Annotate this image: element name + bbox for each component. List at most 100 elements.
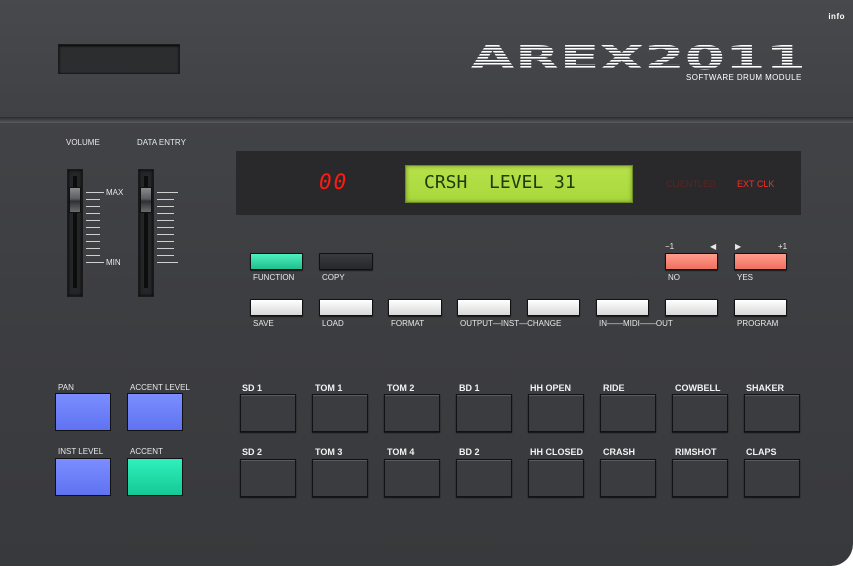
scale-tick: [157, 192, 178, 193]
scale-tick: [157, 220, 174, 221]
copy-button[interactable]: [319, 253, 373, 270]
format-button[interactable]: [388, 299, 442, 316]
inst-level-button[interactable]: [55, 458, 111, 496]
scale-tick: [157, 213, 174, 214]
scale-tick: [86, 199, 100, 200]
pad-label-bd-2: BD 2: [459, 447, 480, 457]
pan-label: PAN: [58, 383, 74, 392]
load-button[interactable]: [319, 299, 373, 316]
client-led-indicator: CLIENTLED: [666, 179, 716, 189]
scale-tick: [86, 234, 100, 235]
no-button[interactable]: [665, 253, 718, 270]
scale-tick: [157, 262, 178, 263]
pad-hh-closed[interactable]: [528, 459, 584, 497]
pad-label-claps: CLAPS: [746, 447, 777, 457]
volume-slider-knob[interactable]: [69, 187, 81, 213]
scale-tick: [157, 206, 174, 207]
minus-one-label: −1: [665, 242, 675, 251]
scale-tick: [86, 255, 100, 256]
pad-label-hh-open: HH OPEN: [530, 383, 572, 393]
data-entry-slider-knob[interactable]: [140, 187, 152, 213]
copy-label: COPY: [322, 273, 345, 282]
scale-tick: [157, 234, 174, 235]
pad-cowbell[interactable]: [672, 394, 728, 432]
ext-clk-indicator: EXT CLK: [737, 179, 775, 189]
pad-label-crash: CRASH: [603, 447, 636, 457]
inst-level-label: INST LEVEL: [58, 447, 104, 456]
min-label: MIN: [106, 258, 121, 267]
accent-label: ACCENT: [130, 447, 163, 456]
scale-tick: [86, 262, 104, 263]
scale-tick: [86, 192, 104, 193]
scale-tick: [157, 248, 174, 249]
pad-rimshot[interactable]: [672, 459, 728, 497]
pad-label-tom-3: TOM 3: [315, 447, 343, 457]
pad-label-bd-1: BD 1: [459, 383, 480, 393]
pad-sd-1[interactable]: [240, 394, 296, 432]
pad-crash[interactable]: [600, 459, 656, 497]
yes-button[interactable]: [734, 253, 787, 270]
format-label: FORMAT: [391, 319, 425, 328]
pad-claps[interactable]: [744, 459, 800, 497]
scale-tick: [86, 241, 100, 242]
no-label: NO: [668, 273, 680, 282]
scale-tick: [157, 199, 174, 200]
save-button[interactable]: [250, 299, 303, 316]
scale-tick: [157, 227, 174, 228]
scale-tick: [157, 255, 174, 256]
save-label: SAVE: [253, 319, 274, 328]
pad-tom-2[interactable]: [384, 394, 440, 432]
pad-label-tom-1: TOM 1: [315, 383, 343, 393]
scale-tick: [86, 248, 100, 249]
program-button[interactable]: [734, 299, 787, 316]
pad-label-tom-2: TOM 2: [387, 383, 415, 393]
pad-label-sd-2: SD 2: [242, 447, 263, 457]
inst-change-button[interactable]: [527, 299, 580, 316]
volume-label: VOLUME: [66, 138, 100, 147]
midi-in-button[interactable]: [596, 299, 649, 316]
pad-bd-1[interactable]: [456, 394, 512, 432]
pad-tom-4[interactable]: [384, 459, 440, 497]
lcd-screen: CRSH LEVEL 31: [405, 165, 633, 203]
scale-tick: [86, 206, 100, 207]
arex-logo: AREX2011: [470, 42, 806, 72]
pad-label-shaker: SHAKER: [746, 383, 785, 393]
cartridge-slot: [58, 44, 180, 74]
pad-shaker[interactable]: [744, 394, 800, 432]
accent-level-label: ACCENT LEVEL: [130, 383, 190, 392]
output-inst-change-label: OUTPUT—INST—CHANGE: [460, 319, 562, 328]
function-label: FUNCTION: [253, 273, 295, 282]
left-arrow-icon: ◀: [710, 242, 717, 251]
pad-ride[interactable]: [600, 394, 656, 432]
pan-button[interactable]: [55, 393, 111, 431]
lcd-text: CRSH LEVEL 31: [424, 172, 576, 193]
function-button[interactable]: [250, 253, 303, 270]
volume-slider-track[interactable]: [67, 169, 83, 297]
pad-tom-3[interactable]: [312, 459, 368, 497]
scale-tick: [86, 213, 100, 214]
pad-bd-2[interactable]: [456, 459, 512, 497]
pad-label-hh-closed: HH CLOSED: [530, 447, 584, 457]
pad-tom-1[interactable]: [312, 394, 368, 432]
midi-out-button[interactable]: [665, 299, 718, 316]
accent-level-button[interactable]: [127, 393, 183, 431]
accent-button[interactable]: [127, 458, 183, 496]
pad-sd-2[interactable]: [240, 459, 296, 497]
scale-tick: [157, 241, 174, 242]
logo-subtitle: SOFTWARE DRUM MODULE: [686, 73, 802, 82]
led-program-number: 00: [319, 170, 349, 194]
info-link[interactable]: info: [828, 12, 845, 21]
logo-wordmark: AREX2011: [470, 42, 806, 72]
pad-hh-open[interactable]: [528, 394, 584, 432]
program-label: PROGRAM: [737, 319, 779, 328]
scale-tick: [86, 220, 100, 221]
output-button[interactable]: [457, 299, 511, 316]
right-arrow-icon: ▶: [735, 242, 742, 251]
data-entry-slider-track[interactable]: [138, 169, 154, 297]
pad-label-rimshot: RIMSHOT: [675, 447, 717, 457]
midi-label: IN——MIDI——OUT: [599, 319, 673, 328]
pad-label-sd-1: SD 1: [242, 383, 263, 393]
data-entry-label: DATA ENTRY: [137, 138, 186, 147]
scale-tick: [86, 227, 100, 228]
plus-one-label: +1: [778, 242, 788, 251]
